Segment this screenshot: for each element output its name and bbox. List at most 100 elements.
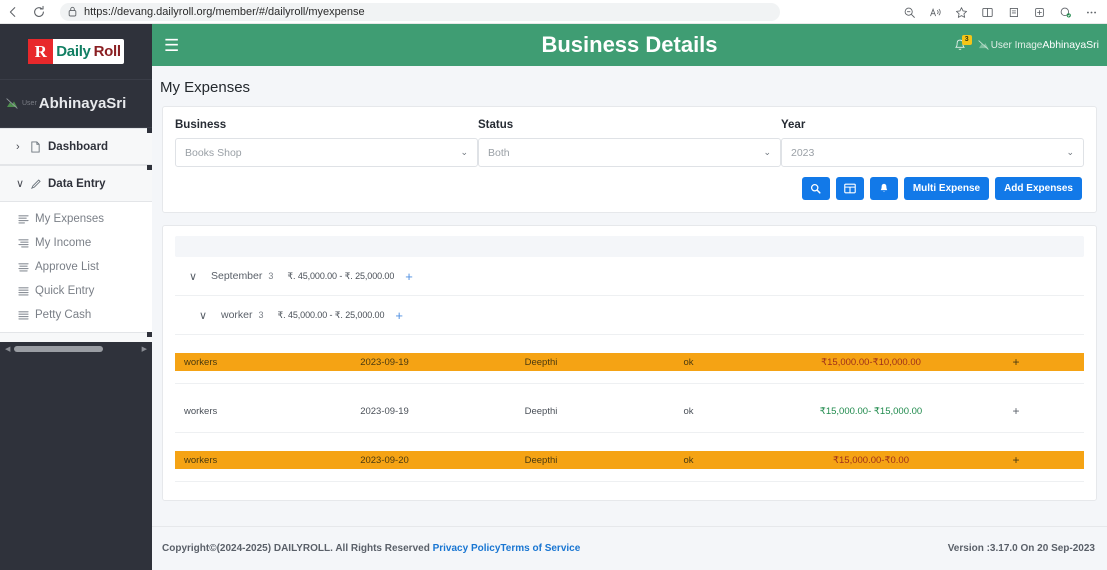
group-count: 3 xyxy=(258,310,264,320)
sidebar: R Daily Roll User AbhinayaSri › Dashboar… xyxy=(0,24,152,570)
logo-mark-icon: R xyxy=(28,39,54,64)
list-icon xyxy=(18,214,35,224)
list-bottom-spacer xyxy=(175,482,1084,488)
avatar-broken-image-icon xyxy=(978,40,990,51)
year-select[interactable]: 2023 ⌄ xyxy=(781,138,1084,167)
sidebar-item-quick-entry[interactable]: Quick Entry xyxy=(0,279,152,303)
back-button[interactable] xyxy=(0,2,26,22)
group-add-icon[interactable]: + xyxy=(395,308,403,323)
file-icon xyxy=(30,141,48,153)
row-person: Deepthi xyxy=(524,454,558,466)
business-select[interactable]: Books Shop ⌄ xyxy=(175,138,478,167)
list-icon xyxy=(18,262,35,272)
browser-essentials-icon[interactable] xyxy=(1053,2,1077,22)
row-amount: ₹15,000.00- ₹15,000.00 xyxy=(819,405,923,417)
group-add-icon[interactable]: + xyxy=(405,269,413,284)
brand-logo[interactable]: R Daily Roll xyxy=(0,24,152,80)
alert-button[interactable] xyxy=(869,177,898,200)
sidebar-user[interactable]: User AbhinayaSri xyxy=(0,80,152,128)
sidebar-item-my-income[interactable]: My Income xyxy=(0,231,152,255)
app-header: ☰ Business Details 3 User Image Abhinaya… xyxy=(152,24,1107,66)
logo-word-roll: Roll xyxy=(93,43,121,60)
address-bar[interactable]: https://devang.dailyroll.org/member/#/da… xyxy=(60,2,780,21)
sidebar-item-import[interactable]: › Import xyxy=(0,332,152,342)
table-row[interactable]: workers 2023-09-19 Deepthi ok ₹15,000.00… xyxy=(175,402,1084,420)
read-aloud-icon[interactable] xyxy=(923,2,947,22)
sidebar-label-dashboard: Dashboard xyxy=(48,140,109,153)
group-amount: ₹. 45,000.00 - ₹. 25,000.00 xyxy=(287,270,395,281)
sidebar-label-my-income: My Income xyxy=(35,237,92,249)
logo-word-daily: Daily xyxy=(56,43,91,60)
scrollbar-track[interactable] xyxy=(14,346,138,352)
row-amount: ₹15,000.00-₹0.00 xyxy=(832,454,909,466)
browser-toolbar: https://devang.dailyroll.org/member/#/da… xyxy=(0,0,1107,24)
row-add-icon[interactable]: + xyxy=(981,453,1051,467)
add-to-collection-icon[interactable] xyxy=(1027,2,1051,22)
scroll-right-arrow-icon[interactable]: ▶ xyxy=(142,346,147,353)
row-date: 2023-09-20 xyxy=(360,454,409,466)
expense-group-row[interactable]: ∨ September 3 ₹. 45,000.00 - ₹. 25,000.0… xyxy=(175,257,1084,296)
privacy-policy-link[interactable]: Privacy Policy xyxy=(433,543,501,554)
avatar-alt-text: User Image xyxy=(990,39,1043,51)
footer-copyright-text: Copyright©(2024-2025) DAILYROLL. All Rig… xyxy=(162,543,433,554)
sidebar-item-dashboard[interactable]: › Dashboard xyxy=(0,128,152,165)
row-add-icon[interactable]: + xyxy=(981,404,1051,418)
add-expenses-button[interactable]: Add Expenses xyxy=(995,177,1082,200)
avatar-broken-image-icon xyxy=(6,98,20,110)
chevron-down-icon[interactable]: ∨ xyxy=(189,270,211,283)
notification-badge: 3 xyxy=(961,34,972,45)
collections-icon[interactable] xyxy=(1001,2,1025,22)
row-status: ok xyxy=(683,405,694,417)
row-status: ok xyxy=(683,454,694,466)
footer: Copyright©(2024-2025) DAILYROLL. All Rig… xyxy=(152,526,1107,570)
pencil-icon xyxy=(30,178,48,190)
search-button[interactable] xyxy=(801,177,830,200)
chevron-down-icon[interactable]: ∨ xyxy=(199,309,221,322)
url-text: https://devang.dailyroll.org/member/#/da… xyxy=(84,5,365,18)
favorite-icon[interactable] xyxy=(949,2,973,22)
row-date: 2023-09-19 xyxy=(360,405,409,417)
chevron-right-icon: › xyxy=(16,140,20,153)
sidebar-item-my-expenses[interactable]: My Expenses xyxy=(0,207,152,231)
page-title: My Expenses xyxy=(160,79,251,96)
table-row[interactable]: workers 2023-09-20 Deepthi ok ₹15,000.00… xyxy=(175,451,1084,469)
row-amount: ₹15,000.00-₹10,000.00 xyxy=(821,356,921,368)
sidebar-item-petty-cash[interactable]: Petty Cash xyxy=(0,303,152,327)
row-date: 2023-09-19 xyxy=(360,356,409,368)
group-name: worker xyxy=(221,309,253,321)
status-select[interactable]: Both ⌄ xyxy=(478,138,781,167)
header-avatar[interactable]: User Image AbhinayaSri xyxy=(978,39,1099,51)
header-right: 3 User Image AbhinayaSri xyxy=(954,24,1099,66)
business-select-value: Books Shop xyxy=(185,146,242,159)
expense-group-row[interactable]: ∨ worker 3 ₹. 45,000.00 - ₹. 25,000.00 + xyxy=(175,296,1084,335)
row-name: workers xyxy=(184,356,218,368)
sidebar-label-petty-cash: Petty Cash xyxy=(35,309,92,321)
grid-view-button[interactable] xyxy=(835,177,864,200)
terms-of-service-link[interactable]: Terms of Service xyxy=(500,543,580,554)
avatar-alt-text: User xyxy=(22,100,37,107)
scroll-left-arrow-icon[interactable]: ◀ xyxy=(5,346,10,353)
sidebar-horizontal-scrollbar[interactable]: ◀ ▶ xyxy=(0,342,152,356)
chevron-down-icon: ∨ xyxy=(16,178,25,190)
more-options-icon[interactable] xyxy=(1079,2,1103,22)
reload-button[interactable] xyxy=(26,2,52,22)
filter-year: Year 2023 ⌄ xyxy=(781,119,1084,167)
notification-bell-icon[interactable]: 3 xyxy=(954,34,972,52)
sidebar-label-data-entry: Data Entry xyxy=(48,177,106,190)
zoom-out-icon[interactable] xyxy=(897,2,921,22)
hamburger-icon[interactable]: ☰ xyxy=(164,37,179,54)
row-separator xyxy=(175,383,1084,384)
row-add-icon[interactable]: + xyxy=(981,355,1051,369)
lock-icon xyxy=(68,6,77,17)
scrollbar-thumb[interactable] xyxy=(14,346,104,352)
sidebar-item-data-entry[interactable]: ∨ Data Entry xyxy=(0,165,152,202)
filter-status: Status Both ⌄ xyxy=(478,119,781,167)
filters-row: Business Books Shop ⌄ Status Both ⌄ Year xyxy=(175,119,1084,167)
header-user-name: AbhinayaSri xyxy=(1042,39,1099,51)
split-screen-icon[interactable] xyxy=(975,2,999,22)
row-person: Deepthi xyxy=(524,405,558,417)
table-row[interactable]: workers 2023-09-19 Deepthi ok ₹15,000.00… xyxy=(175,353,1084,371)
table-icon xyxy=(844,183,856,194)
sidebar-item-approve-list[interactable]: Approve List xyxy=(0,255,152,279)
multi-expense-button[interactable]: Multi Expense xyxy=(903,177,990,200)
